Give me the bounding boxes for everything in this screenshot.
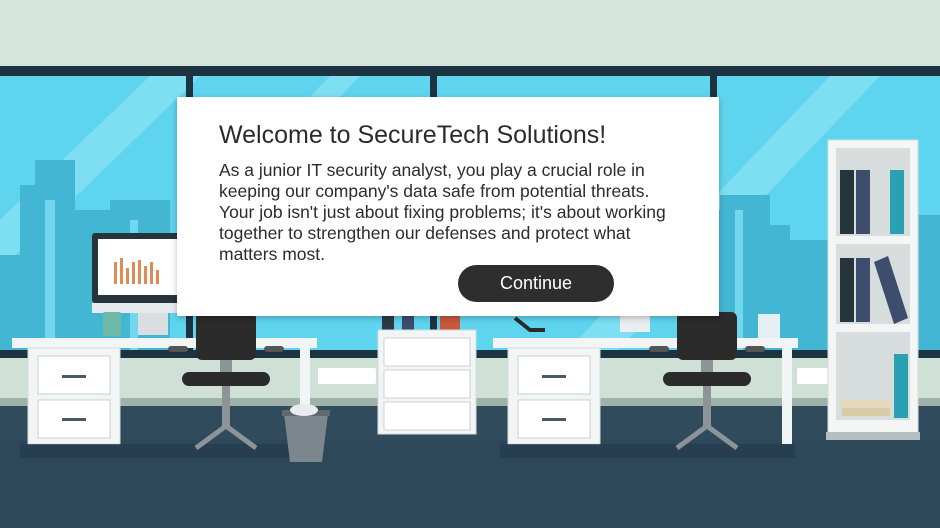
welcome-dialog: Welcome to SecureTech Solutions! As a ju… [177, 97, 719, 316]
dialog-body-text: As a junior IT security analyst, you pla… [219, 160, 666, 264]
continue-button[interactable]: Continue [458, 265, 614, 302]
dialog-title: Welcome to SecureTech Solutions! [219, 121, 607, 149]
